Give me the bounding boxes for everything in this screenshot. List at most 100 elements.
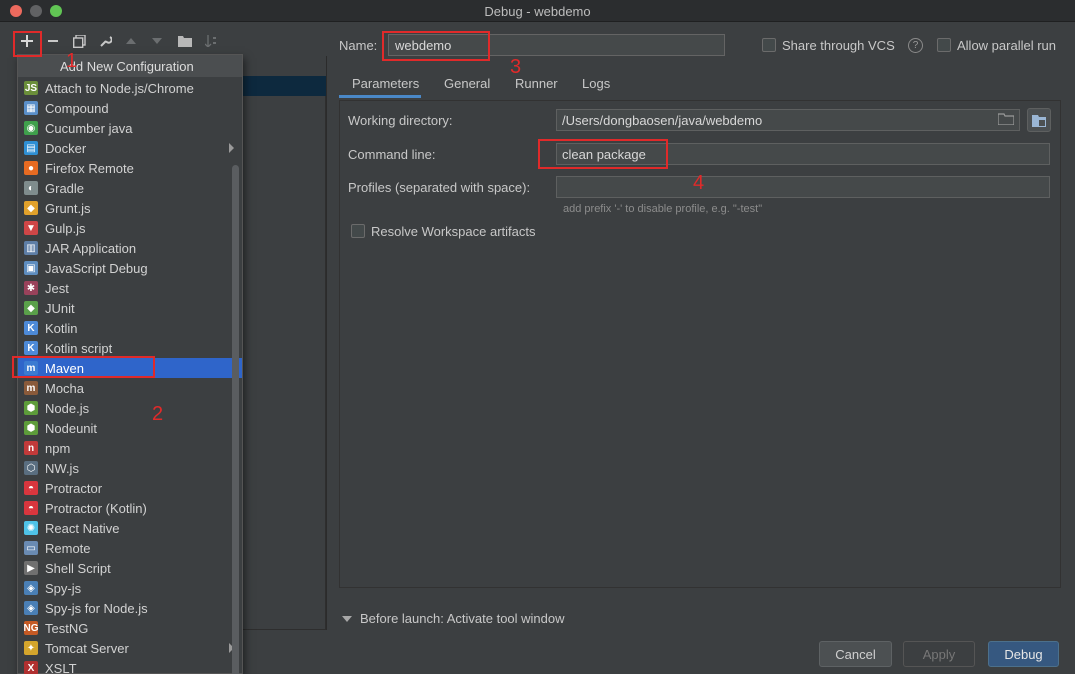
protractor-kotlin-icon: ◓: [24, 501, 38, 515]
move-up-button[interactable]: [120, 30, 142, 52]
menu-item-protractor-kotlin[interactable]: ◓ Protractor (Kotlin): [18, 498, 242, 518]
submenu-arrow-icon: [229, 143, 234, 153]
firefox-icon: ●: [24, 161, 38, 175]
profiles-input[interactable]: [556, 176, 1050, 198]
xslt-icon: X: [24, 661, 38, 674]
menu-item-cucumber-java[interactable]: ◉ Cucumber java: [18, 118, 242, 138]
menu-item-javascript-debug[interactable]: ▣ JavaScript Debug: [18, 258, 242, 278]
annotation-number-3: 3: [510, 56, 522, 78]
gulp-icon: ▼: [24, 221, 38, 235]
tab-logs[interactable]: Logs: [582, 70, 610, 98]
annotation-number-1: 1: [66, 50, 78, 72]
popup-header: Add New Configuration: [18, 55, 242, 77]
arrow-down-icon: [152, 38, 162, 44]
share-vcs-label: Share through VCS: [782, 38, 895, 53]
profiles-hint: add prefix '-' to disable profile, e.g. …: [563, 203, 763, 215]
menu-item-kotlin-script[interactable]: K Kotlin script: [18, 338, 242, 358]
menu-item-compound[interactable]: ▦ Compound: [18, 98, 242, 118]
window-title: Debug - webdemo: [484, 4, 591, 19]
menu-item-nw-js[interactable]: ⬡ NW.js: [18, 458, 242, 478]
browse-folder-icon[interactable]: [997, 113, 1015, 128]
menu-item-grunt-js[interactable]: ◆ Grunt.js: [18, 198, 242, 218]
apply-button[interactable]: Apply: [903, 641, 975, 667]
react-icon: ✺: [24, 521, 38, 535]
menu-item-nodeunit[interactable]: ⬢ Nodeunit: [18, 418, 242, 438]
menu-item-react-native[interactable]: ✺ React Native: [18, 518, 242, 538]
menu-item-tomcat-server[interactable]: ✦ Tomcat Server: [18, 638, 242, 658]
menu-item-label: Protractor (Kotlin): [45, 500, 147, 516]
menu-item-label: Nodeunit: [45, 420, 98, 436]
profiles-label: Profiles (separated with space):: [348, 180, 531, 195]
tomcat-icon: ✦: [24, 641, 38, 655]
tab-parameters[interactable]: Parameters: [339, 70, 421, 98]
menu-item-label: Tomcat Server: [45, 640, 129, 656]
menu-item-testng[interactable]: NG TestNG: [18, 618, 242, 638]
menu-item-label: NW.js: [45, 460, 79, 476]
npm-icon: n: [24, 441, 38, 455]
menu-item-xslt[interactable]: X XSLT: [18, 658, 242, 674]
copy-configuration-button[interactable]: [68, 30, 90, 52]
menu-item-protractor[interactable]: ◓ Protractor: [18, 478, 242, 498]
menu-item-junit[interactable]: ◆ JUnit: [18, 298, 242, 318]
new-folder-button[interactable]: [174, 30, 196, 52]
menu-item-label: Compound: [45, 100, 109, 116]
js-debug-icon: ▣: [24, 261, 38, 275]
menu-item-spy-js-for-node-js[interactable]: ◈ Spy-js for Node.js: [18, 598, 242, 618]
menu-item-mocha[interactable]: m Mocha: [18, 378, 242, 398]
debug-button[interactable]: Debug: [988, 641, 1059, 667]
menu-item-label: TestNG: [45, 620, 89, 636]
menu-item-spy-js[interactable]: ◈ Spy-js: [18, 578, 242, 598]
working-directory-input[interactable]: /Users/dongbaosen/java/webdemo: [556, 109, 1020, 131]
menu-item-label: JUnit: [45, 300, 75, 316]
compound-icon: ▦: [24, 101, 38, 115]
menu-item-attach-to-node-js-chrome[interactable]: JS Attach to Node.js/Chrome: [18, 78, 242, 98]
menu-item-jar-application[interactable]: ▥ JAR Application: [18, 238, 242, 258]
remove-configuration-button[interactable]: [42, 30, 64, 52]
menu-item-label: Shell Script: [45, 560, 111, 576]
menu-item-label: Cucumber java: [45, 120, 133, 136]
move-down-button[interactable]: [146, 30, 168, 52]
annotation-number-2: 2: [152, 403, 164, 425]
menu-item-shell-script[interactable]: ▶ Shell Script: [18, 558, 242, 578]
allow-parallel-label: Allow parallel run: [957, 38, 1056, 53]
menu-item-jest[interactable]: ✱ Jest: [18, 278, 242, 298]
browse-module-button[interactable]: [1027, 108, 1051, 132]
tab-general[interactable]: General: [444, 70, 490, 98]
menu-item-label: Mocha: [45, 380, 85, 396]
resolve-workspace-checkbox[interactable]: [351, 224, 365, 238]
menu-item-label: Gulp.js: [45, 220, 86, 236]
share-vcs-checkbox[interactable]: [762, 38, 776, 52]
menu-item-kotlin[interactable]: K Kotlin: [18, 318, 242, 338]
gradle-icon: ◐: [24, 181, 38, 195]
help-icon[interactable]: ?: [908, 38, 923, 53]
name-label: Name:: [339, 38, 378, 53]
spyjs-node-icon: ◈: [24, 601, 38, 615]
allow-parallel-checkbox[interactable]: [937, 38, 951, 52]
popup-scrollbar[interactable]: [232, 165, 239, 674]
menu-item-node-js[interactable]: ⬢ Node.js: [18, 398, 242, 418]
menu-item-label: Docker: [45, 140, 87, 156]
sort-icon: [205, 35, 216, 47]
menu-item-npm[interactable]: n npm: [18, 438, 242, 458]
menu-item-gulp-js[interactable]: ▼ Gulp.js: [18, 218, 242, 238]
edit-defaults-button[interactable]: [94, 30, 116, 52]
before-launch-toggle[interactable]: Before launch: Activate tool window: [342, 611, 565, 626]
menu-item-docker[interactable]: ▤ Docker: [18, 138, 242, 158]
annotation-box-add: [13, 31, 42, 57]
junit-icon: ◆: [24, 301, 38, 315]
sort-button[interactable]: [200, 30, 222, 52]
tree-selected-row[interactable]: [240, 76, 326, 96]
spyjs-icon: ◈: [24, 581, 38, 595]
resolve-workspace-label: Resolve Workspace artifacts: [371, 224, 536, 239]
jest-icon: ✱: [24, 281, 38, 295]
tab-runner[interactable]: Runner: [515, 70, 558, 98]
cancel-button[interactable]: Cancel: [819, 641, 892, 667]
menu-item-remote[interactable]: ▭ Remote: [18, 538, 242, 558]
menu-item-firefox-remote[interactable]: ● Firefox Remote: [18, 158, 242, 178]
copy-icon: [72, 34, 86, 48]
menu-item-gradle[interactable]: ◐ Gradle: [18, 178, 242, 198]
kotlin-script-icon: K: [24, 341, 38, 355]
folder-icon: [178, 36, 192, 47]
menu-item-label: Spy-js for Node.js: [45, 600, 148, 616]
configurations-toolbar: [12, 30, 232, 54]
